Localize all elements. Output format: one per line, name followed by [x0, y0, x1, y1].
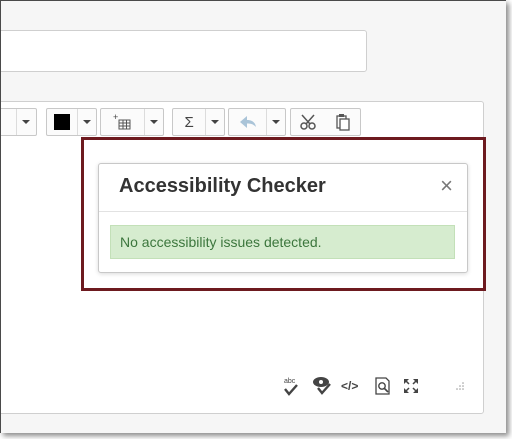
undo-icon[interactable] — [229, 109, 266, 135]
dialog-title: Accessibility Checker — [119, 175, 326, 197]
fullscreen-icon[interactable] — [402, 374, 422, 398]
svg-text:abc: abc — [284, 378, 296, 385]
spellcheck-icon[interactable]: abc — [281, 374, 301, 398]
dialog-header: Accessibility Checker × — [99, 164, 467, 212]
html-code-icon[interactable]: </> — [341, 374, 365, 398]
cut-icon[interactable] — [293, 109, 323, 135]
format-dropdown[interactable] — [1, 108, 37, 136]
screenshot-frame: + Σ Accessibility Checker × No accessibi… — [0, 0, 506, 433]
clipboard-group — [290, 108, 361, 136]
math-button[interactable]: Σ — [172, 108, 225, 136]
table-button[interactable]: + — [100, 108, 164, 136]
accessibility-checker-dialog: Accessibility Checker × No accessibility… — [98, 163, 468, 273]
text-color-icon[interactable] — [47, 109, 77, 135]
undo-button[interactable] — [228, 108, 286, 136]
resize-handle-icon[interactable] — [455, 374, 467, 398]
insert-table-icon[interactable]: + — [101, 109, 144, 135]
accessibility-icon[interactable] — [311, 374, 333, 398]
title-input[interactable] — [1, 30, 367, 72]
chevron-down-icon[interactable] — [205, 109, 224, 135]
text-color-button[interactable] — [46, 108, 97, 136]
editor-statusbar: abc </> — [281, 374, 481, 398]
paste-icon[interactable] — [328, 109, 358, 135]
editor-toolbar: + Σ — [1, 108, 381, 138]
chevron-down-icon[interactable] — [144, 109, 163, 135]
chevron-down-icon[interactable] — [16, 109, 35, 135]
chevron-down-icon[interactable] — [77, 109, 96, 135]
chevron-down-icon[interactable] — [266, 109, 285, 135]
preview-icon[interactable] — [373, 374, 393, 398]
math-icon[interactable]: Σ — [173, 109, 205, 135]
close-icon[interactable]: × — [440, 174, 453, 198]
no-issues-message: No accessibility issues detected. — [110, 225, 455, 259]
svg-text:+: + — [113, 113, 118, 122]
